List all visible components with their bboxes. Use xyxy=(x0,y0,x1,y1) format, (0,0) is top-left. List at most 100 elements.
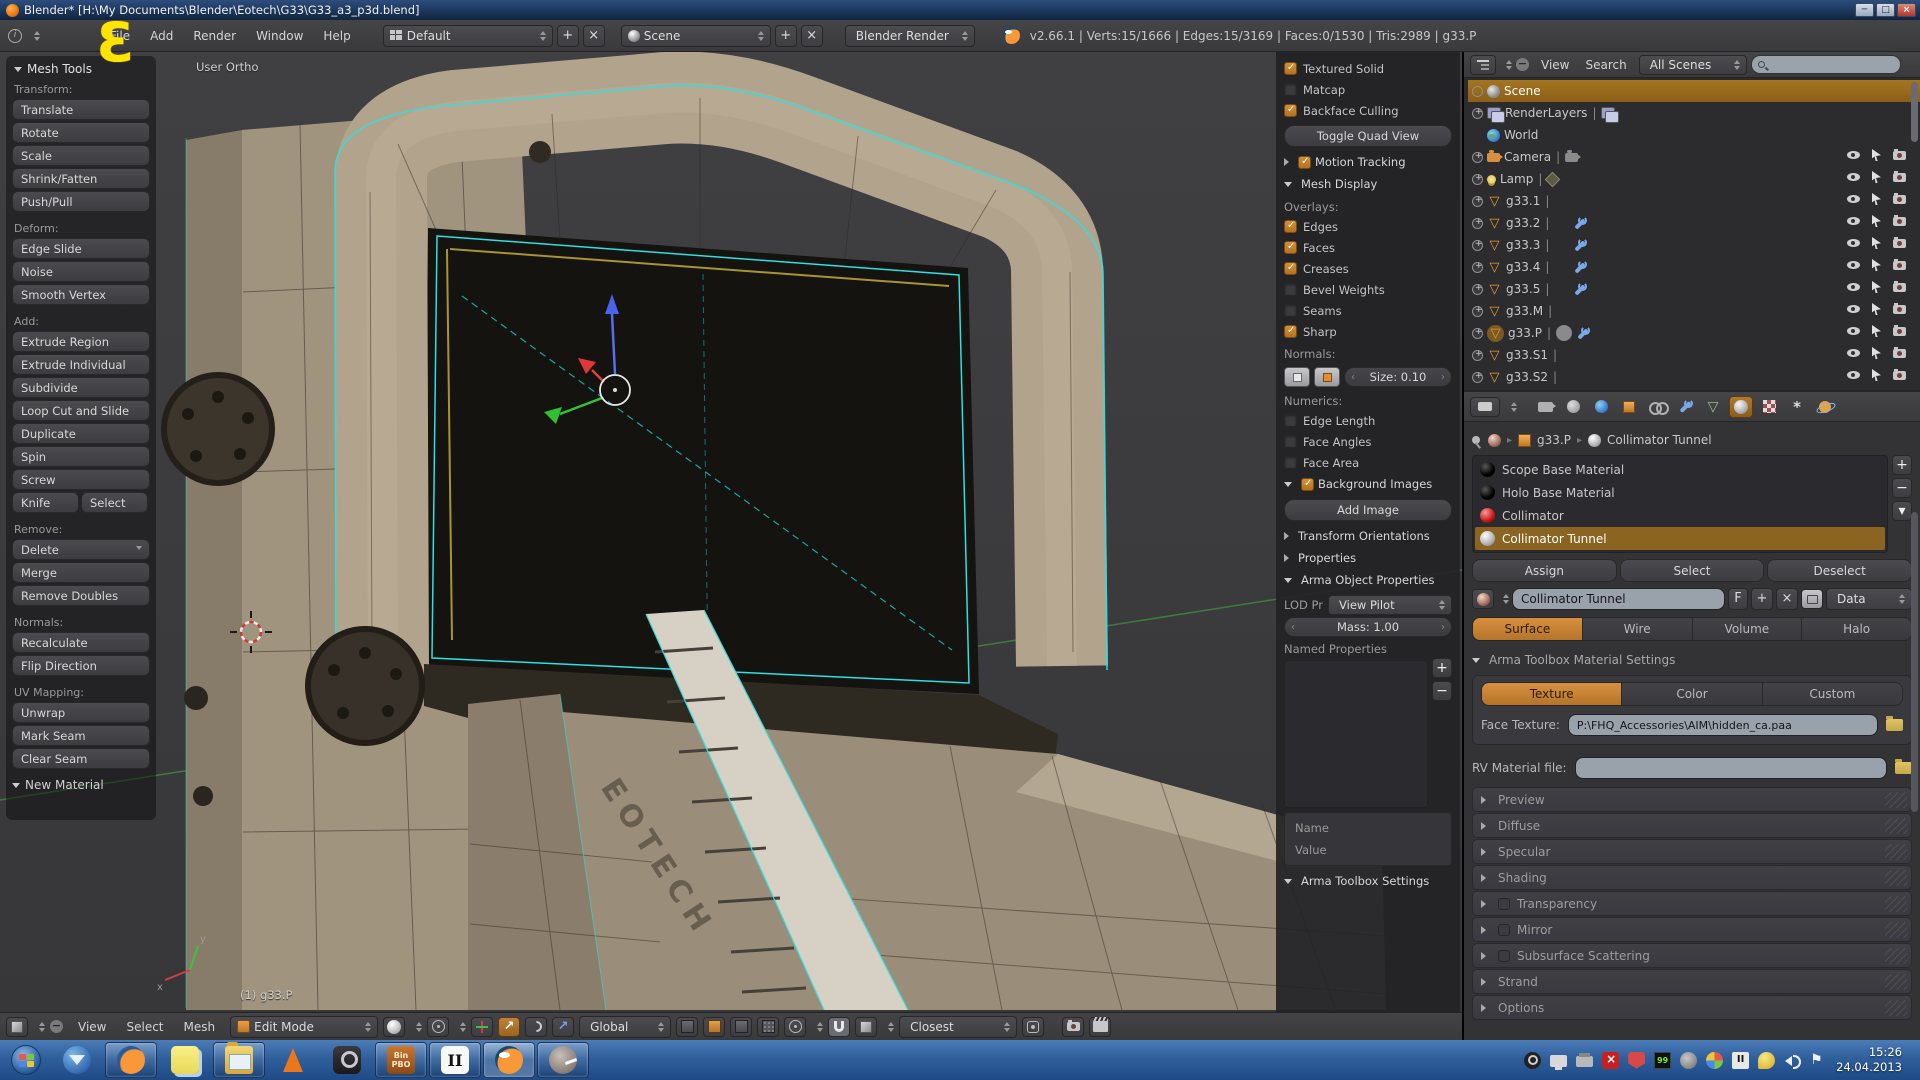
expand-icon[interactable] xyxy=(1472,372,1483,383)
texture-tab-icon[interactable] xyxy=(1757,396,1781,418)
tool-button[interactable]: Translate xyxy=(12,99,150,120)
visibility-eye-icon[interactable] xyxy=(1847,305,1860,313)
checkbox[interactable] xyxy=(1284,83,1297,96)
checkbox[interactable] xyxy=(1284,325,1297,338)
outliner-row[interactable]: ▽ g33.S2 | xyxy=(1468,366,1920,388)
snap-target-dropdown[interactable]: Closest xyxy=(899,1016,1017,1038)
renderability-camera-icon[interactable] xyxy=(1893,217,1906,226)
view3d-menu[interactable]: View xyxy=(68,1016,116,1038)
rotate-manipulator-toggle[interactable] xyxy=(525,1017,547,1037)
editor-type-spinner[interactable] xyxy=(1511,402,1517,412)
selectability-cursor-icon[interactable] xyxy=(1872,149,1881,161)
collapsed-panel-header[interactable]: Strand xyxy=(1472,969,1912,994)
blender-icon[interactable] xyxy=(483,1042,535,1078)
arma-material-panel-header[interactable]: Arma Toolbox Material Settings xyxy=(1472,649,1912,671)
modifiers-tab-icon[interactable] xyxy=(1673,396,1697,418)
collapse-menus-icon[interactable]: − xyxy=(50,1020,63,1033)
renderability-camera-icon[interactable] xyxy=(1893,327,1906,336)
material-name-field[interactable]: Collimator Tunnel xyxy=(1512,588,1725,610)
checkbox[interactable] xyxy=(1284,220,1297,233)
snap-element-dropdown[interactable] xyxy=(855,1017,877,1037)
menubar-menu[interactable]: Render xyxy=(183,25,246,47)
collapsed-panel-header[interactable]: Diffuse xyxy=(1472,813,1912,838)
outliner-row[interactable]: Lamp | xyxy=(1468,168,1920,190)
selectability-cursor-icon[interactable] xyxy=(1872,347,1881,359)
visibility-eye-icon[interactable] xyxy=(1847,349,1860,357)
tool-button[interactable]: Smooth Vertex xyxy=(12,284,150,305)
vertex-select-mode-button[interactable] xyxy=(676,1017,698,1037)
visibility-eye-icon[interactable] xyxy=(1847,327,1860,335)
selectability-cursor-icon[interactable] xyxy=(1872,171,1881,183)
outliner-row[interactable]: ▽ g33.1 | xyxy=(1468,190,1920,212)
renderability-camera-icon[interactable] xyxy=(1893,195,1906,204)
steam-tray-icon[interactable] xyxy=(1524,1052,1541,1069)
material-type-tab[interactable]: Surface xyxy=(1473,618,1583,640)
manipulator-axes-toggle[interactable] xyxy=(471,1017,493,1037)
transform-orientations-panel-header[interactable]: Transform Orientations xyxy=(1284,525,1452,547)
panel-checkbox[interactable] xyxy=(1498,924,1510,936)
panel-checkbox[interactable] xyxy=(1498,898,1510,910)
particles-tab-icon[interactable]: * xyxy=(1785,396,1809,418)
scene-tab-icon[interactable] xyxy=(1561,396,1585,418)
tool-button[interactable]: Extrude Individual xyxy=(12,354,150,375)
app-ii-tray-icon[interactable]: II xyxy=(1732,1052,1749,1069)
printer-icon[interactable] xyxy=(1576,1056,1593,1067)
collapse-menus-icon[interactable]: − xyxy=(1516,58,1529,71)
add-scene-button[interactable]: + xyxy=(775,25,797,47)
breadcrumb-material[interactable]: Collimator Tunnel xyxy=(1607,433,1712,447)
render-tab-icon[interactable] xyxy=(1533,396,1557,418)
expand-icon[interactable] xyxy=(1472,328,1483,339)
overlay-toggle-row[interactable]: Sharp xyxy=(1284,321,1452,342)
expand-icon[interactable] xyxy=(1472,350,1483,361)
tool-button[interactable]: Extrude Region xyxy=(12,331,150,352)
explorer-icon[interactable] xyxy=(213,1042,265,1078)
outliner-scrollbar[interactable] xyxy=(1911,82,1918,142)
collapsed-panel-header[interactable]: Preview xyxy=(1472,787,1912,812)
outliner-row[interactable]: World | xyxy=(1468,124,1920,146)
material-browse-button[interactable] xyxy=(1472,589,1494,609)
outliner-menu[interactable]: View xyxy=(1533,55,1577,75)
arma-toolbox-settings-panel-header[interactable]: Arma Toolbox Settings xyxy=(1284,870,1452,892)
tool-button[interactable]: Duplicate xyxy=(12,423,150,444)
numerics-toggle-row[interactable]: Face Area xyxy=(1284,452,1452,473)
properties-panel-header[interactable]: Properties xyxy=(1284,547,1452,569)
selectability-cursor-icon[interactable] xyxy=(1872,281,1881,293)
browse-folder-icon[interactable] xyxy=(1895,762,1912,774)
language-flag-icon[interactable]: ⚑ xyxy=(1810,1052,1827,1069)
app-ii-icon[interactable]: II xyxy=(429,1042,481,1078)
menubar-menu[interactable]: Help xyxy=(313,25,360,47)
opengl-render-animation-button[interactable] xyxy=(1089,1017,1111,1037)
tool-button[interactable]: Loop Cut and Slide xyxy=(12,400,150,421)
tool-button[interactable]: Scale xyxy=(12,145,150,166)
delete-scene-button[interactable]: × xyxy=(801,25,823,47)
material-slot-row[interactable]: Collimator Tunnel xyxy=(1475,527,1885,550)
background-images-checkbox[interactable] xyxy=(1301,478,1314,491)
face-normals-toggle[interactable] xyxy=(1314,367,1340,387)
outliner-row[interactable]: ▽ g33.3 | xyxy=(1468,234,1920,256)
mode-dropdown[interactable]: Edit Mode xyxy=(230,1016,378,1038)
minimize-button[interactable]: ─ xyxy=(1855,3,1874,17)
maximize-button[interactable]: □ xyxy=(1876,3,1895,17)
display-toggle-row[interactable]: Textured Solid xyxy=(1284,58,1452,79)
info-editor-icon[interactable]: i xyxy=(8,29,22,43)
face-texture-field[interactable]: P:\FHQ_Accessories\AIM\hidden_ca.paa xyxy=(1568,714,1878,736)
collapsed-panel-header[interactable]: Subsurface Scattering xyxy=(1472,943,1912,968)
panel-checkbox[interactable] xyxy=(1498,950,1510,962)
outliner-row[interactable]: Scene | xyxy=(1468,80,1920,102)
remove-material-slot-button[interactable]: − xyxy=(1892,478,1912,498)
tool-button[interactable]: Merge xyxy=(12,562,150,583)
toggle-quad-view-button[interactable]: Toggle Quad View xyxy=(1284,125,1452,147)
material-type-tab[interactable]: Volume xyxy=(1693,618,1803,640)
constraints-tab-icon[interactable] xyxy=(1645,396,1669,418)
tool-button[interactable]: Edge Slide xyxy=(12,238,150,259)
outliner-row[interactable]: ▽ g33.2 | xyxy=(1468,212,1920,234)
mesh-display-panel-header[interactable]: Mesh Display xyxy=(1284,173,1452,195)
limit-to-visible-toggle[interactable] xyxy=(757,1017,779,1037)
unlink-material-button[interactable]: × xyxy=(1776,588,1798,610)
add-property-button[interactable]: + xyxy=(1432,658,1452,678)
collapsed-panel-header[interactable]: Mirror xyxy=(1472,917,1912,942)
volume-icon[interactable] xyxy=(1784,1052,1801,1069)
tool-button[interactable]: Shrink/Fatten xyxy=(12,168,150,189)
network-icon[interactable] xyxy=(1550,1055,1567,1067)
expand-icon[interactable] xyxy=(1472,108,1483,119)
